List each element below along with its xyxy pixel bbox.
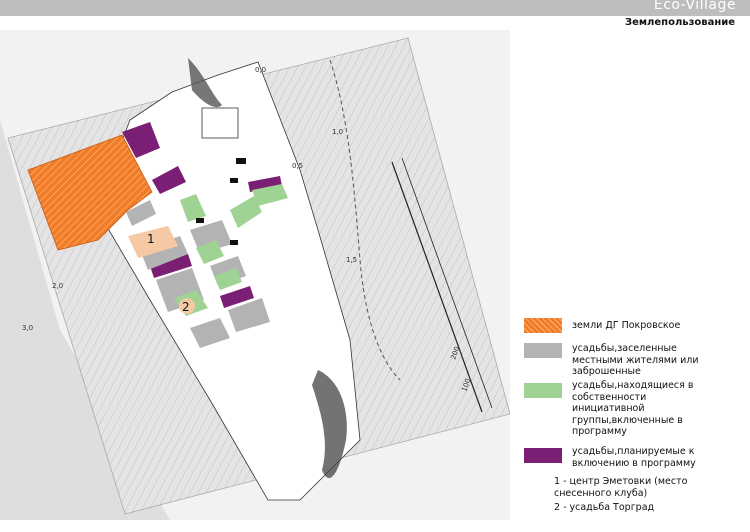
legend-label: усадьбы,заселенные местными жителями или… [572, 343, 699, 377]
legend-label: усадьбы,находящиеся в собственности иниц… [572, 380, 694, 437]
marker-2: 2 [182, 300, 190, 314]
grey-swatch [524, 343, 562, 358]
header-bar: Eco-Village [0, 0, 750, 16]
scale-label: 0,0 [255, 66, 266, 74]
land-use-map: 1 2 0,0 0,5 1,0 1,5 2,0 3,0 200 100 [0, 30, 510, 520]
legend-note-1: 1 - центр Эметовки (место снесенного клу… [554, 476, 688, 499]
page-title: Землепользование [625, 17, 736, 28]
scale-label: 1,5 [346, 256, 357, 264]
building [230, 178, 238, 183]
purple-swatch [524, 448, 562, 463]
scale-label: 1,0 [332, 128, 343, 136]
legend-label: земли ДГ Покровское [572, 320, 681, 331]
scale-label: 3,0 [22, 324, 33, 332]
building [236, 158, 246, 164]
scale-label: 0,5 [292, 162, 303, 170]
scale-label: 2,0 [52, 282, 63, 290]
building [196, 218, 204, 223]
marker-1: 1 [147, 232, 155, 246]
legend-note-2: 2 - усадьба Торград [554, 502, 655, 513]
brand-title: Eco-Village [653, 0, 736, 13]
green-swatch [524, 383, 562, 398]
hatched-orange-swatch [524, 318, 562, 333]
legend-label: усадьбы,планируемые к включению в програ… [572, 446, 696, 469]
building [230, 240, 238, 245]
building-outline [201, 107, 239, 139]
